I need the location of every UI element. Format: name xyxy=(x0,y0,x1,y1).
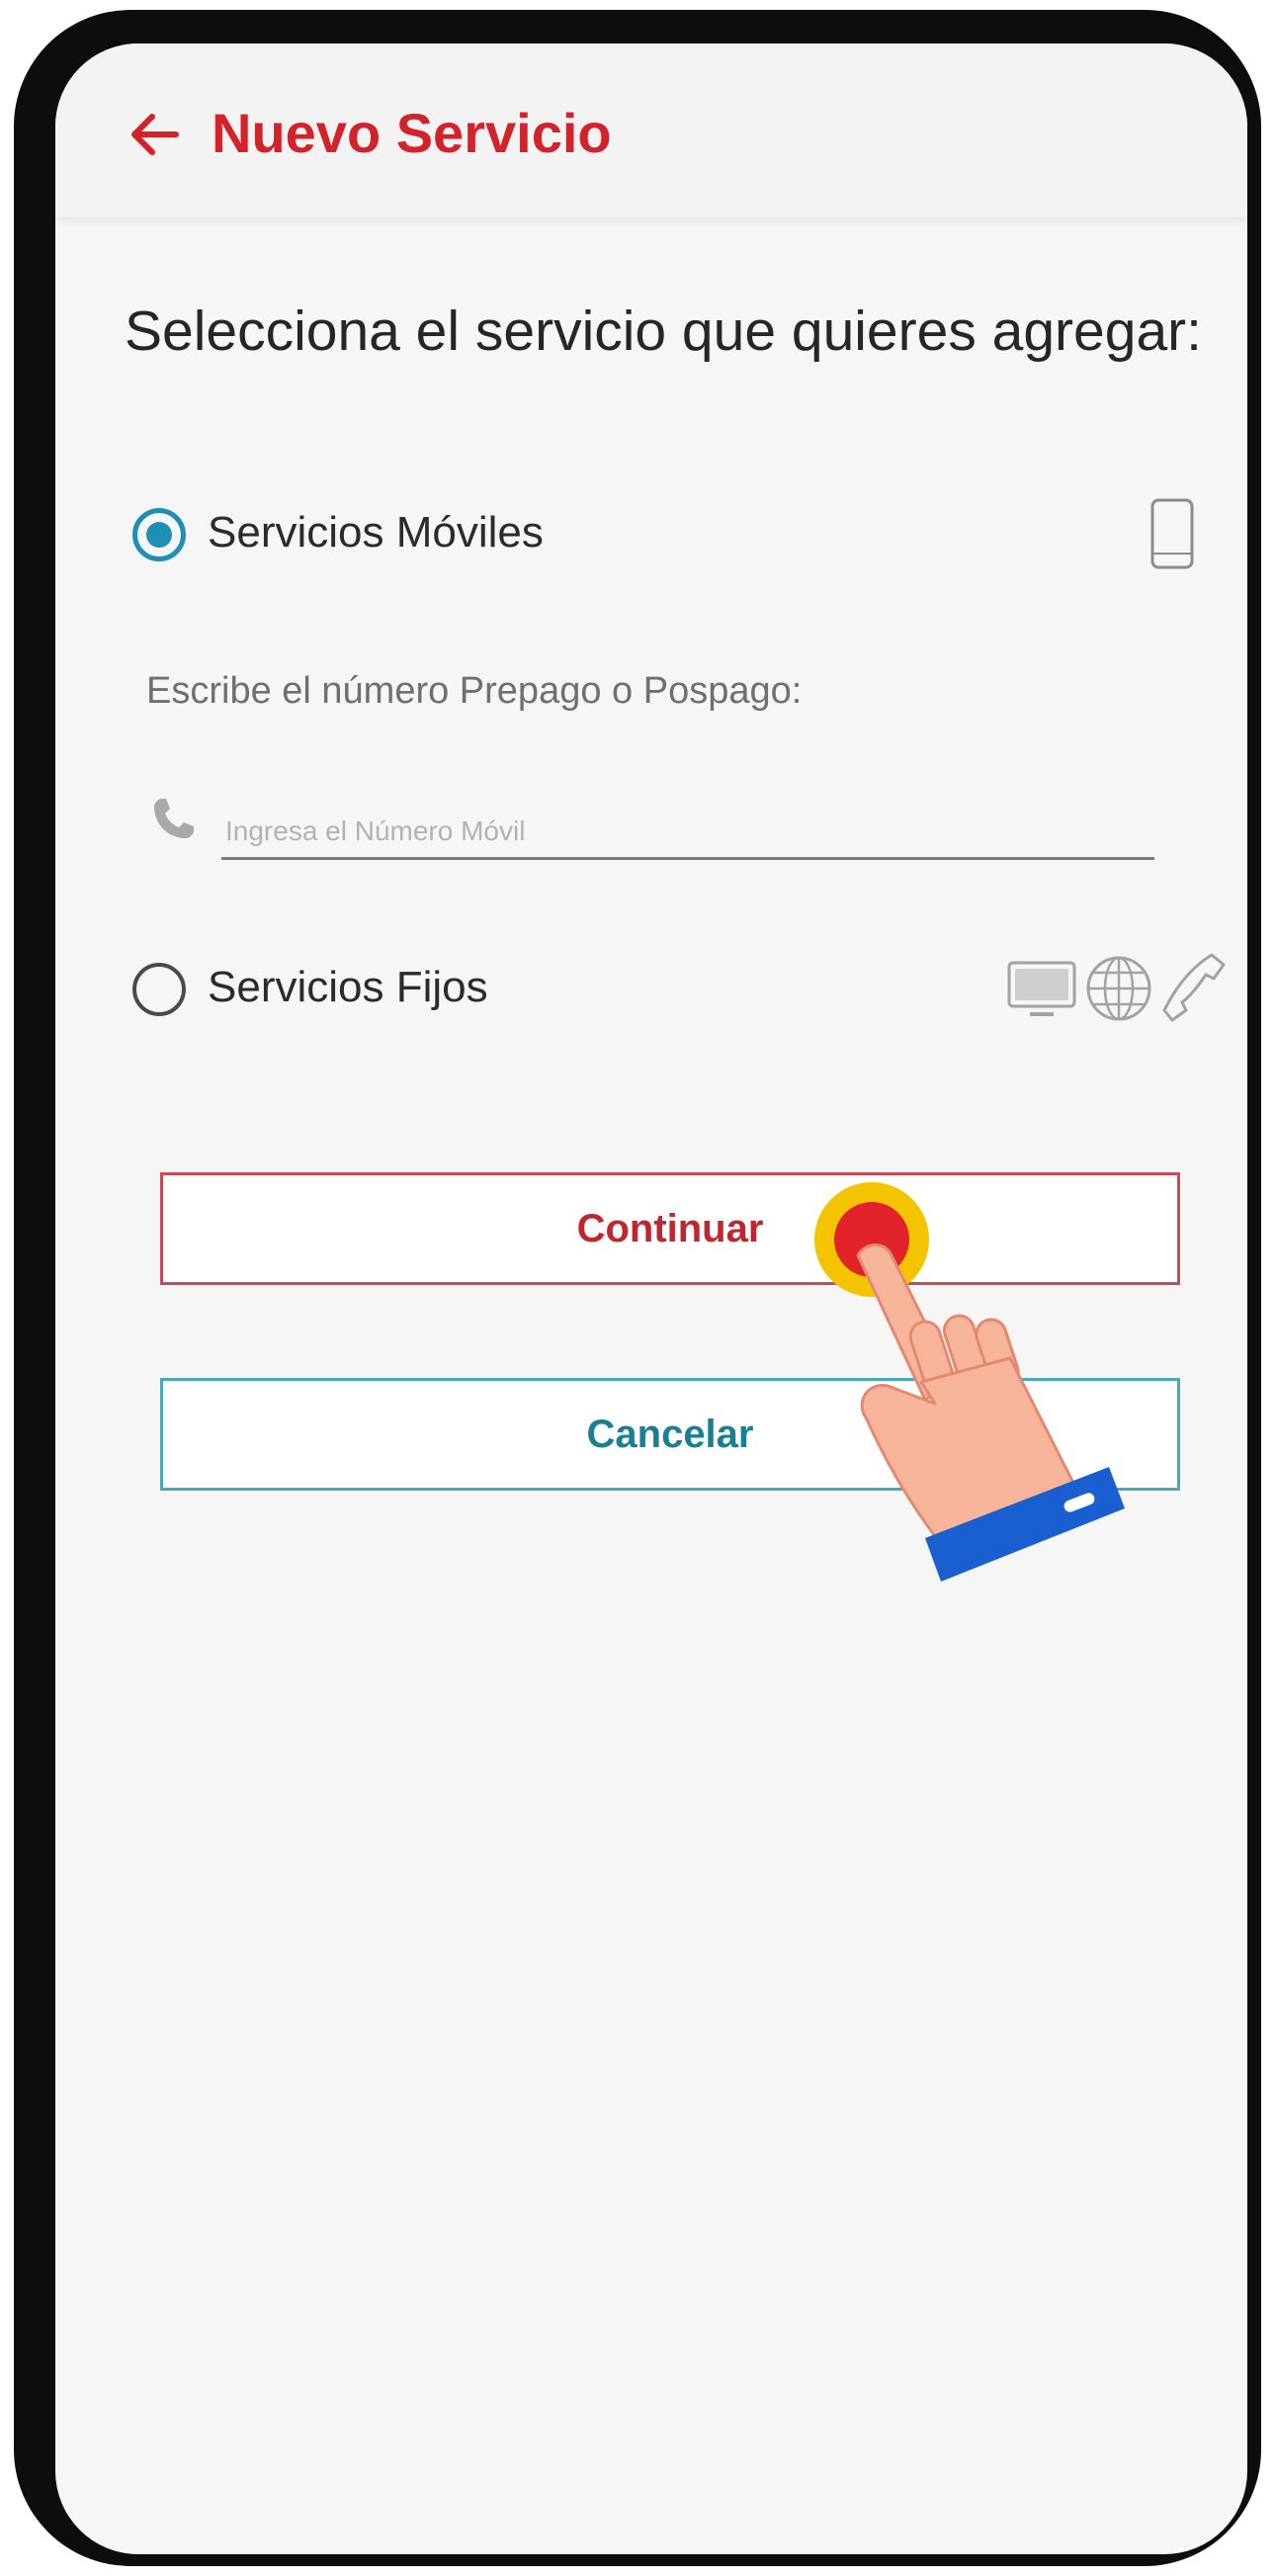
phone-handset-icon xyxy=(154,799,194,838)
app-screen: Nuevo Servicio Selecciona el servicio qu… xyxy=(55,43,1247,2554)
app-bar: Nuevo Servicio xyxy=(55,43,1247,218)
mobile-services-label: Servicios Móviles xyxy=(208,508,544,557)
telephone-icon xyxy=(1162,953,1226,1022)
tap-hand-icon xyxy=(814,1182,1125,1582)
option-mobile-services[interactable]: Servicios Móviles xyxy=(132,498,1200,577)
page-title: Nuevo Servicio xyxy=(212,102,612,164)
mobile-number-input[interactable] xyxy=(221,809,1154,860)
fixed-services-radio[interactable] xyxy=(132,963,186,1016)
phone-frame: Nuevo Servicio Selecciona el servicio qu… xyxy=(14,10,1261,2566)
fixed-services-label: Servicios Fijos xyxy=(208,963,488,1011)
service-prompt: Selecciona el servicio que quieres agreg… xyxy=(125,300,1202,363)
tv-icon xyxy=(1007,961,1076,1016)
arrow-left-icon xyxy=(131,114,179,155)
back-button[interactable] xyxy=(127,107,182,162)
smartphone-icon xyxy=(1150,498,1194,569)
mobile-services-radio[interactable] xyxy=(132,508,186,561)
option-fixed-services[interactable]: Servicios Fijos xyxy=(132,953,1226,1032)
mobile-number-helper: Escribe el número Prepago o Pospago: xyxy=(146,670,803,712)
globe-icon xyxy=(1086,956,1151,1021)
